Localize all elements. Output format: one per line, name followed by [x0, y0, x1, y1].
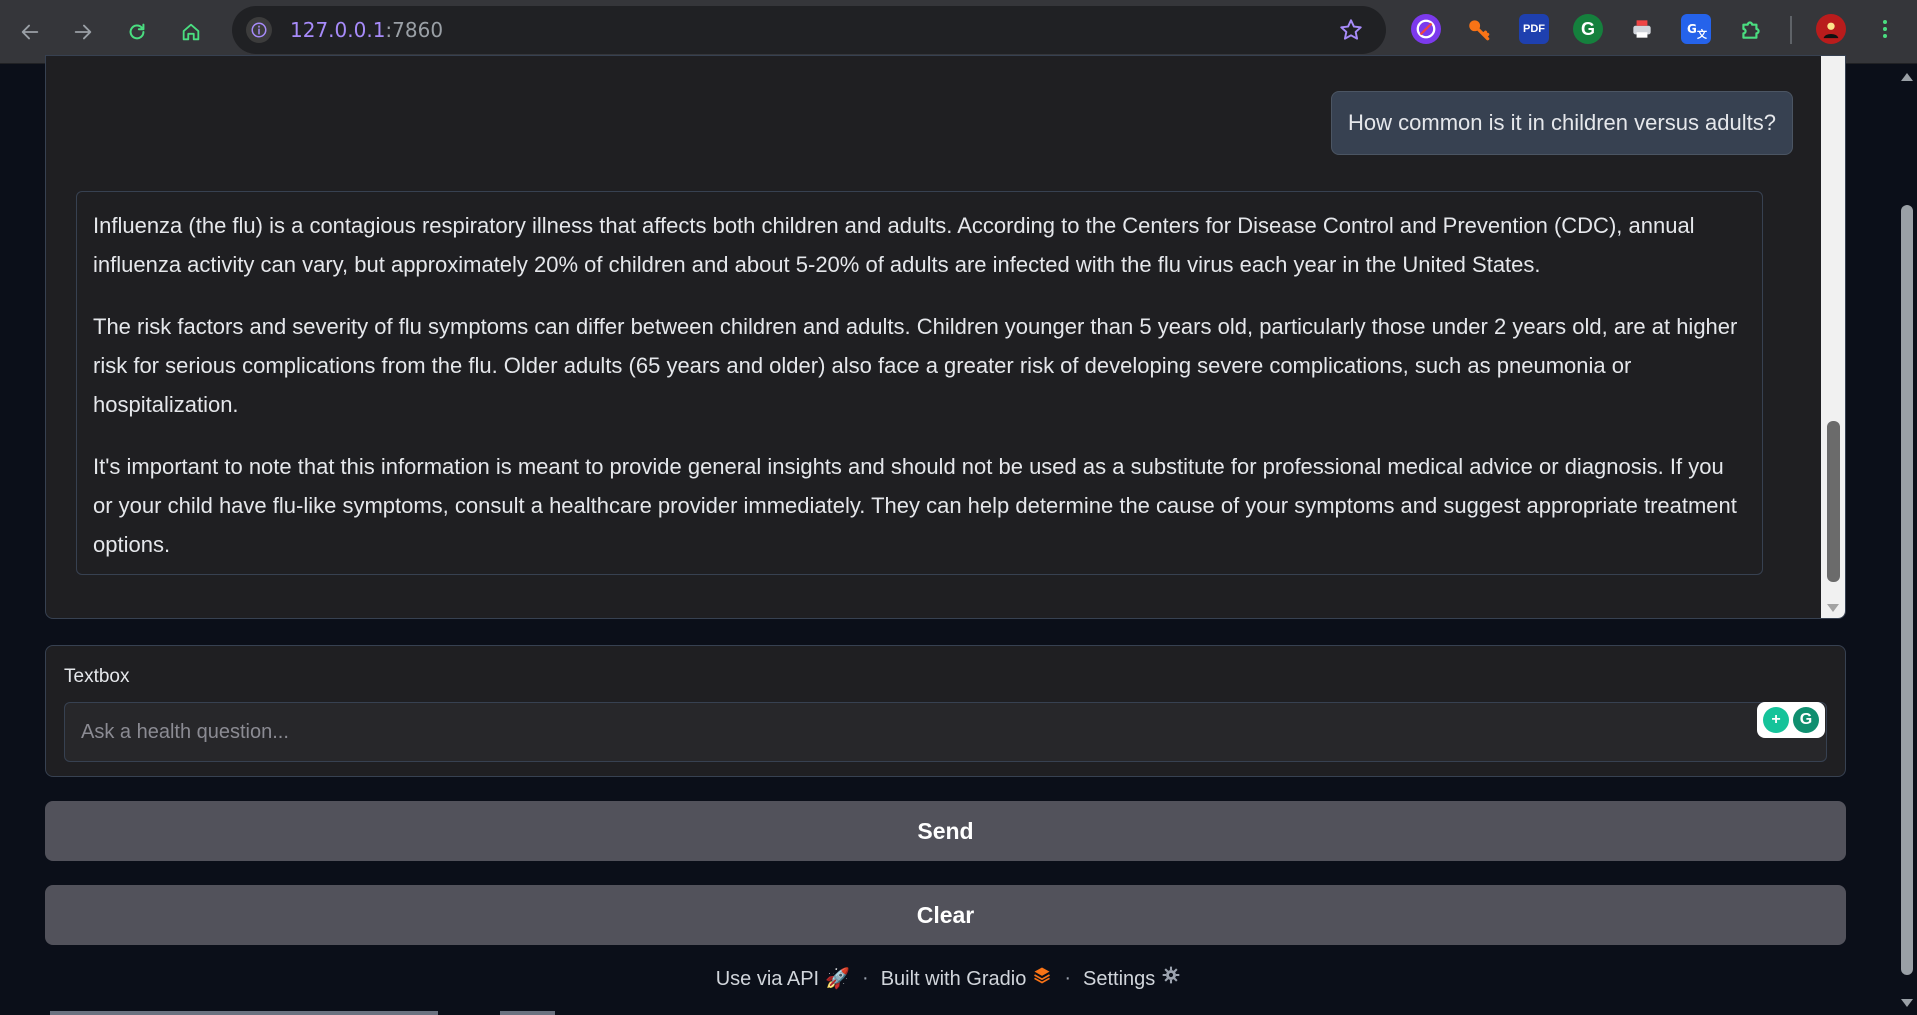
arrow-left-icon — [21, 24, 39, 40]
page-scrollbar-thumb[interactable] — [1901, 205, 1913, 975]
use-via-api-link[interactable]: Use via API 🚀 — [716, 966, 850, 991]
grammarly-extension-icon[interactable]: G — [1573, 14, 1603, 44]
browser-menu-icon[interactable] — [1870, 14, 1900, 44]
send-button[interactable]: Send — [45, 801, 1846, 861]
arrow-right-icon — [74, 24, 92, 40]
horizontal-scroll-segment — [50, 1011, 438, 1015]
chatbot-panel[interactable]: How common is it in children versus adul… — [45, 55, 1846, 619]
grammarly-widget[interactable]: + G — [1757, 702, 1825, 738]
gradio-app: How common is it in children versus adul… — [0, 55, 1897, 1015]
back-button[interactable] — [10, 12, 50, 52]
printer-extension-icon[interactable] — [1627, 14, 1657, 44]
url-text: 127.0.0.1:7860 — [290, 18, 443, 42]
horizontal-scroll-segment — [500, 1011, 555, 1015]
address-bar[interactable]: 127.0.0.1:7860 — [232, 6, 1386, 54]
profile-avatar[interactable] — [1816, 14, 1846, 44]
page-scroll-up-icon[interactable] — [1901, 73, 1913, 81]
page-scrollbar[interactable] — [1897, 65, 1917, 1015]
bot-paragraph: Influenza (the flu) is a contagious resp… — [93, 213, 1695, 277]
block-extension-icon[interactable] — [1411, 14, 1441, 44]
bot-paragraph: The risk factors and severity of flu sym… — [93, 314, 1738, 417]
rocket-icon: 🚀 — [825, 967, 851, 990]
grammarly-suggest-icon[interactable]: + — [1763, 707, 1789, 733]
key-extension-icon[interactable] — [1464, 14, 1494, 44]
textbox-label: Textbox — [64, 666, 130, 687]
grammarly-logo-icon[interactable]: G — [1793, 707, 1819, 733]
chat-scrollbar[interactable] — [1821, 56, 1845, 618]
gradio-logo-icon — [1032, 965, 1052, 991]
pdf-extension-label: PDF — [1523, 23, 1545, 35]
built-with-gradio-label: Built with Gradio — [880, 968, 1027, 990]
clear-button[interactable]: Clear — [45, 885, 1846, 945]
page-scroll-down-icon[interactable] — [1901, 999, 1913, 1007]
reload-icon — [129, 23, 145, 40]
gear-icon — [1161, 965, 1181, 991]
home-icon — [182, 23, 200, 41]
settings-link[interactable]: Settings — [1083, 965, 1181, 991]
bot-paragraph: It's important to note that this informa… — [93, 454, 1737, 557]
settings-label: Settings — [1083, 968, 1156, 990]
svg-text:G: G — [1687, 22, 1697, 36]
toolbar-divider — [1790, 16, 1792, 44]
bookmark-star-icon[interactable] — [1338, 17, 1364, 43]
footer-separator: · — [862, 966, 869, 989]
footer-separator: · — [1064, 966, 1071, 989]
user-message: How common is it in children versus adul… — [1331, 91, 1793, 155]
textbox-panel: Textbox + G — [45, 645, 1846, 777]
built-with-gradio-link[interactable]: Built with Gradio — [881, 965, 1053, 991]
chat-scroll-down-icon[interactable] — [1827, 604, 1839, 612]
question-input[interactable] — [64, 702, 1827, 762]
translate-extension-icon[interactable]: G文 — [1681, 14, 1711, 44]
use-via-api-label: Use via API — [715, 967, 820, 990]
svg-text:文: 文 — [1697, 28, 1708, 41]
site-info-icon[interactable] — [246, 17, 272, 43]
pdf-extension-icon[interactable]: PDF — [1519, 14, 1549, 44]
reload-button[interactable] — [117, 12, 157, 52]
bot-message: Influenza (the flu) is a contagious resp… — [76, 191, 1763, 575]
chat-scrollbar-thumb[interactable] — [1827, 421, 1840, 582]
home-button[interactable] — [171, 12, 211, 52]
url-host: 127.0.0.1 — [290, 18, 386, 42]
footer: Use via API 🚀 · Built with Gradio · Setti… — [0, 965, 1897, 991]
forward-button[interactable] — [63, 12, 103, 52]
extensions-puzzle-icon[interactable] — [1736, 14, 1766, 44]
url-port: :7860 — [385, 18, 444, 42]
